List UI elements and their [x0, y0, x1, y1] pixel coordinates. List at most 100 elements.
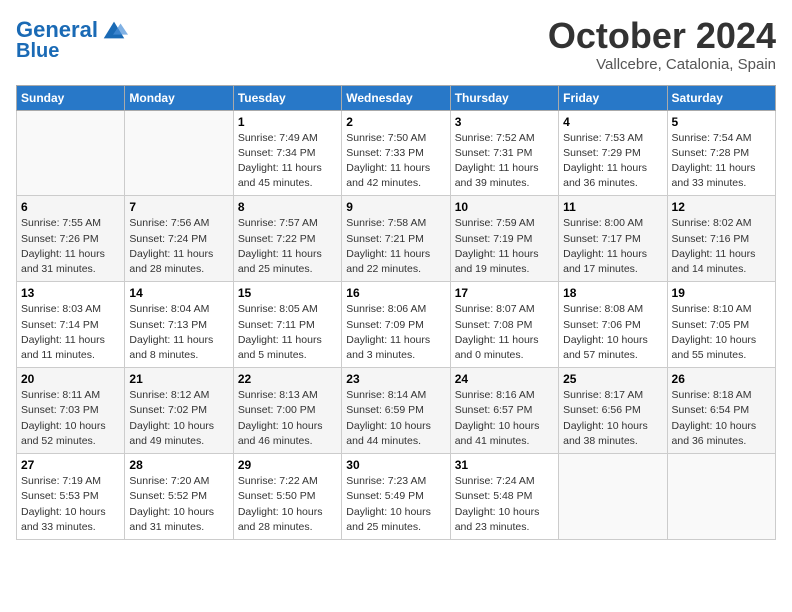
calendar-cell: 4 Sunrise: 7:53 AMSunset: 7:29 PMDaylight… — [559, 110, 667, 196]
day-detail: Sunrise: 7:55 AMSunset: 7:26 PMDaylight:… — [21, 216, 120, 277]
page-header: General Blue October 2024 Vallcebre, Cat… — [16, 16, 776, 73]
day-detail: Sunrise: 7:23 AMSunset: 5:49 PMDaylight:… — [346, 474, 445, 535]
day-detail: Sunrise: 7:49 AMSunset: 7:34 PMDaylight:… — [238, 131, 337, 192]
calendar-cell: 9Sunrise: 7:58 AMSunset: 7:21 PMDaylight… — [342, 196, 450, 282]
day-detail: Sunrise: 8:06 AMSunset: 7:09 PMDaylight:… — [346, 302, 445, 363]
day-detail: Sunrise: 7:53 AMSunset: 7:29 PMDaylight:… — [563, 131, 662, 192]
day-detail: Sunrise: 8:11 AMSunset: 7:03 PMDaylight:… — [21, 388, 120, 449]
day-number: 18 — [563, 286, 662, 300]
day-number: 13 — [21, 286, 120, 300]
logo-text: General — [16, 18, 98, 42]
day-number: 14 — [129, 286, 228, 300]
day-detail: Sunrise: 7:20 AMSunset: 5:52 PMDaylight:… — [129, 474, 228, 535]
day-number: 28 — [129, 458, 228, 472]
title-block: October 2024 Vallcebre, Catalonia, Spain — [548, 16, 776, 73]
day-number: 16 — [346, 286, 445, 300]
day-detail: Sunrise: 7:59 AMSunset: 7:19 PMDaylight:… — [455, 216, 554, 277]
day-number: 7 — [129, 200, 228, 214]
day-detail: Sunrise: 8:14 AMSunset: 6:59 PMDaylight:… — [346, 388, 445, 449]
calendar-cell: 12 Sunrise: 8:02 AMSunset: 7:16 PMDayligh… — [667, 196, 775, 282]
day-number: 4 — [563, 115, 662, 129]
weekday-header-row: SundayMondayTuesdayWednesdayThursdayFrid… — [17, 85, 776, 110]
calendar-cell: 3Sunrise: 7:52 AMSunset: 7:31 PMDaylight… — [450, 110, 558, 196]
day-detail: Sunrise: 8:17 AMSunset: 6:56 PMDaylight:… — [563, 388, 662, 449]
week-row-3: 13Sunrise: 8:03 AMSunset: 7:14 PMDayligh… — [17, 282, 776, 368]
day-detail: Sunrise: 7:24 AMSunset: 5:48 PMDaylight:… — [455, 474, 554, 535]
calendar-cell: 13Sunrise: 8:03 AMSunset: 7:14 PMDayligh… — [17, 282, 125, 368]
day-number: 8 — [238, 200, 337, 214]
day-detail: Sunrise: 7:22 AMSunset: 5:50 PMDaylight:… — [238, 474, 337, 535]
calendar-cell — [125, 110, 233, 196]
day-detail: Sunrise: 8:10 AMSunset: 7:05 PMDaylight:… — [672, 302, 771, 363]
day-detail: Sunrise: 8:12 AMSunset: 7:02 PMDaylight:… — [129, 388, 228, 449]
calendar-cell: 17 Sunrise: 8:07 AMSunset: 7:08 PMDayligh… — [450, 282, 558, 368]
logo: General Blue — [16, 16, 128, 62]
calendar-cell: 11Sunrise: 8:00 AMSunset: 7:17 PMDayligh… — [559, 196, 667, 282]
day-number: 3 — [455, 115, 554, 129]
location: Vallcebre, Catalonia, Spain — [548, 56, 776, 73]
calendar-cell: 28 Sunrise: 7:20 AMSunset: 5:52 PMDayligh… — [125, 454, 233, 540]
calendar-cell: 1 Sunrise: 7:49 AMSunset: 7:34 PMDaylight… — [233, 110, 341, 196]
weekday-header-wednesday: Wednesday — [342, 85, 450, 110]
calendar-cell: 20 Sunrise: 8:11 AMSunset: 7:03 PMDayligh… — [17, 368, 125, 454]
day-detail: Sunrise: 8:05 AMSunset: 7:11 PMDaylight:… — [238, 302, 337, 363]
weekday-header-tuesday: Tuesday — [233, 85, 341, 110]
day-number: 25 — [563, 372, 662, 386]
week-row-1: 1 Sunrise: 7:49 AMSunset: 7:34 PMDaylight… — [17, 110, 776, 196]
day-number: 29 — [238, 458, 337, 472]
calendar-cell: 15Sunrise: 8:05 AMSunset: 7:11 PMDayligh… — [233, 282, 341, 368]
calendar-cell — [17, 110, 125, 196]
day-number: 19 — [672, 286, 771, 300]
day-number: 21 — [129, 372, 228, 386]
calendar-cell: 21 Sunrise: 8:12 AMSunset: 7:02 PMDayligh… — [125, 368, 233, 454]
day-detail: Sunrise: 8:07 AMSunset: 7:08 PMDaylight:… — [455, 302, 554, 363]
calendar-cell: 18 Sunrise: 8:08 AMSunset: 7:06 PMDayligh… — [559, 282, 667, 368]
calendar-cell: 14 Sunrise: 8:04 AMSunset: 7:13 PMDayligh… — [125, 282, 233, 368]
day-detail: Sunrise: 7:19 AMSunset: 5:53 PMDaylight:… — [21, 474, 120, 535]
day-number: 9 — [346, 200, 445, 214]
day-number: 10 — [455, 200, 554, 214]
weekday-header-thursday: Thursday — [450, 85, 558, 110]
calendar-cell — [667, 454, 775, 540]
calendar-cell: 27 Sunrise: 7:19 AMSunset: 5:53 PMDayligh… — [17, 454, 125, 540]
day-detail: Sunrise: 8:18 AMSunset: 6:54 PMDaylight:… — [672, 388, 771, 449]
calendar-table: SundayMondayTuesdayWednesdayThursdayFrid… — [16, 85, 776, 540]
day-number: 2 — [346, 115, 445, 129]
day-detail: Sunrise: 8:02 AMSunset: 7:16 PMDaylight:… — [672, 216, 771, 277]
day-number: 31 — [455, 458, 554, 472]
calendar-cell: 19 Sunrise: 8:10 AMSunset: 7:05 PMDayligh… — [667, 282, 775, 368]
calendar-cell — [559, 454, 667, 540]
day-number: 30 — [346, 458, 445, 472]
day-detail: Sunrise: 7:50 AMSunset: 7:33 PMDaylight:… — [346, 131, 445, 192]
weekday-header-sunday: Sunday — [17, 85, 125, 110]
calendar-cell: 25 Sunrise: 8:17 AMSunset: 6:56 PMDayligh… — [559, 368, 667, 454]
day-detail: Sunrise: 7:54 AMSunset: 7:28 PMDaylight:… — [672, 131, 771, 192]
calendar-cell: 29 Sunrise: 7:22 AMSunset: 5:50 PMDayligh… — [233, 454, 341, 540]
day-detail: Sunrise: 8:16 AMSunset: 6:57 PMDaylight:… — [455, 388, 554, 449]
weekday-header-monday: Monday — [125, 85, 233, 110]
week-row-4: 20 Sunrise: 8:11 AMSunset: 7:03 PMDayligh… — [17, 368, 776, 454]
day-number: 5 — [672, 115, 771, 129]
week-row-2: 6Sunrise: 7:55 AMSunset: 7:26 PMDaylight… — [17, 196, 776, 282]
day-detail: Sunrise: 7:57 AMSunset: 7:22 PMDaylight:… — [238, 216, 337, 277]
day-detail: Sunrise: 8:04 AMSunset: 7:13 PMDaylight:… — [129, 302, 228, 363]
calendar-cell: 8 Sunrise: 7:57 AMSunset: 7:22 PMDaylight… — [233, 196, 341, 282]
day-detail: Sunrise: 7:56 AMSunset: 7:24 PMDaylight:… — [129, 216, 228, 277]
day-number: 20 — [21, 372, 120, 386]
calendar-cell: 24Sunrise: 8:16 AMSunset: 6:57 PMDayligh… — [450, 368, 558, 454]
day-number: 11 — [563, 200, 662, 214]
weekday-header-saturday: Saturday — [667, 85, 775, 110]
day-number: 1 — [238, 115, 337, 129]
calendar-cell: 30 Sunrise: 7:23 AMSunset: 5:49 PMDayligh… — [342, 454, 450, 540]
day-number: 17 — [455, 286, 554, 300]
calendar-cell: 16 Sunrise: 8:06 AMSunset: 7:09 PMDayligh… — [342, 282, 450, 368]
weekday-header-friday: Friday — [559, 85, 667, 110]
logo-icon — [100, 16, 128, 44]
day-number: 27 — [21, 458, 120, 472]
month-title: October 2024 — [548, 16, 776, 56]
calendar-cell: 23Sunrise: 8:14 AMSunset: 6:59 PMDayligh… — [342, 368, 450, 454]
day-detail: Sunrise: 8:08 AMSunset: 7:06 PMDaylight:… — [563, 302, 662, 363]
calendar-cell: 26Sunrise: 8:18 AMSunset: 6:54 PMDayligh… — [667, 368, 775, 454]
day-number: 12 — [672, 200, 771, 214]
calendar-cell: 31 Sunrise: 7:24 AMSunset: 5:48 PMDayligh… — [450, 454, 558, 540]
